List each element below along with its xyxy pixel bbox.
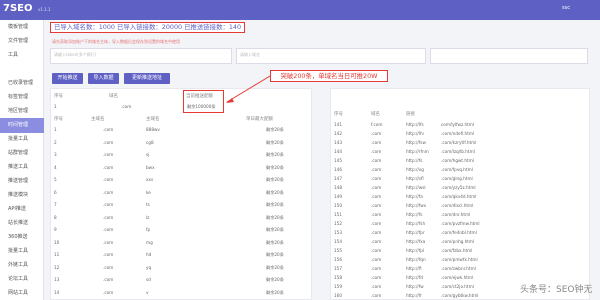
callout-arrow xyxy=(226,75,271,103)
app-root: 7SEO v1.1.1 ssc 模板管理 文件管理 工具 已收录管理 标签管理 地区管理时… xyxy=(0,0,600,300)
watermark: 头条号：SEO钟无 xyxy=(520,285,593,295)
callout-label: 突破200条，单域名当日可推20W xyxy=(270,70,388,82)
